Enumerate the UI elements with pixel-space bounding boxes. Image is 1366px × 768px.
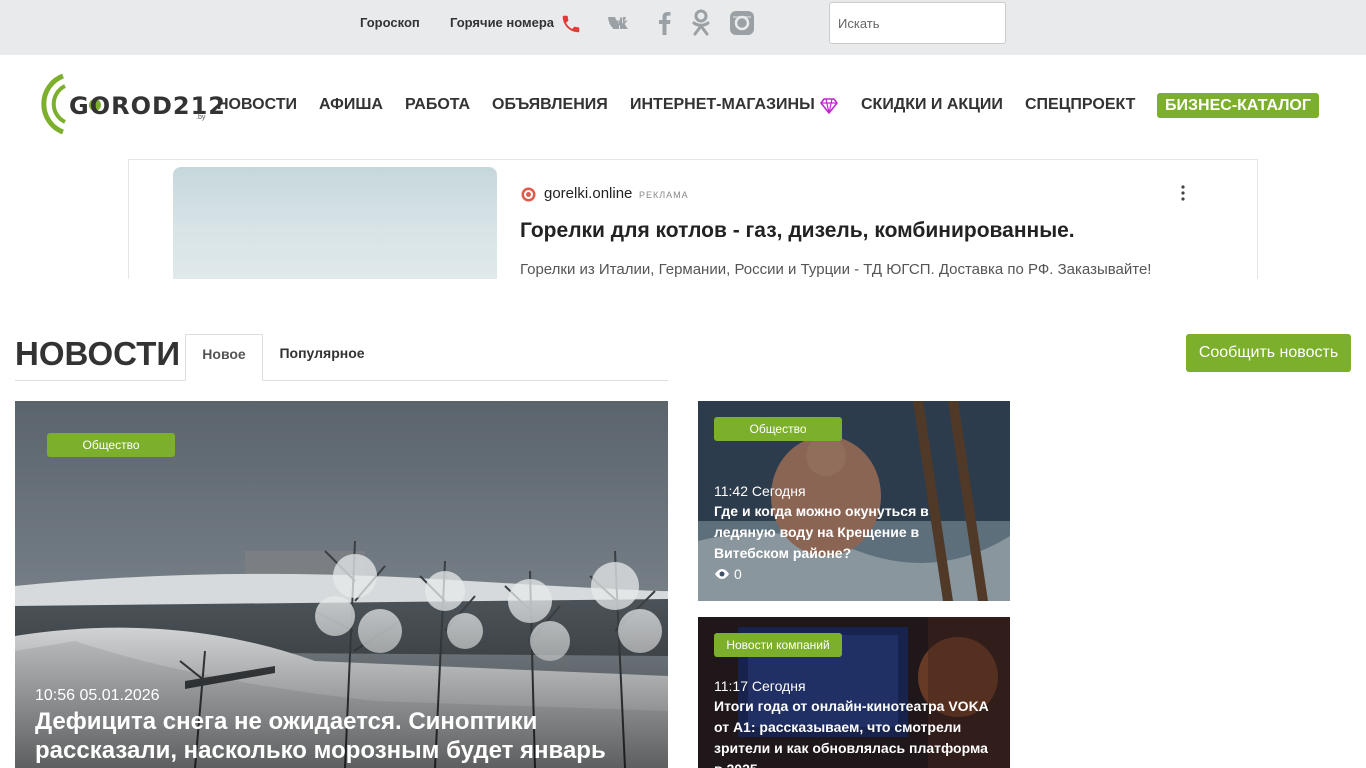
hot-numbers-link[interactable]: Горячие номера (450, 15, 554, 30)
category-badge[interactable]: Общество (714, 417, 842, 441)
nav-ads[interactable]: Объявления (492, 96, 608, 114)
tab-new[interactable]: Новое (185, 334, 263, 381)
svg-text:vk: vk (610, 16, 628, 33)
views-counter: 0 (714, 566, 742, 582)
nav-discounts[interactable]: Скидки и акции (861, 96, 1003, 114)
search-input[interactable] (829, 2, 1006, 44)
report-news-button[interactable]: Сообщить новость (1186, 334, 1351, 372)
more-options-icon[interactable] (1179, 184, 1187, 202)
target-icon (521, 187, 536, 202)
diamond-icon (820, 98, 838, 114)
side-article-card[interactable]: Общество 11:42 Сегодня Где и когда можно… (698, 401, 1010, 601)
ad-banner[interactable]: gorelki.online РЕКЛАМА Горелки для котло… (128, 159, 1258, 279)
nav-news[interactable]: Новости (217, 96, 297, 114)
side-article-card[interactable]: Новости компаний 11:17 Сегодня Итоги год… (698, 617, 1010, 768)
tab-popular[interactable]: Популярное (269, 334, 375, 374)
tabs-divider (15, 380, 668, 381)
top-bar (0, 0, 1366, 55)
ad-description[interactable]: Горелки из Италии, Германии, России и Ту… (520, 261, 1151, 278)
phone-icon[interactable] (560, 13, 582, 35)
nav-jobs[interactable]: Работа (405, 96, 470, 114)
ad-image[interactable] (173, 167, 497, 279)
nav-afisha[interactable]: Афиша (319, 96, 383, 114)
logo-suffix: .by (196, 114, 206, 121)
category-badge[interactable]: Общество (47, 433, 175, 457)
article-headline[interactable]: Итоги года от онлайн-кинотеатра VOKA от … (714, 696, 994, 768)
odnoklassniki-icon[interactable] (686, 8, 716, 38)
business-catalog-button[interactable]: БИЗНЕС-КАТАЛОГ (1157, 93, 1319, 118)
nav-special-project[interactable]: Спецпроект (1025, 96, 1135, 114)
article-datetime: 10:56 05.01.2026 (35, 687, 160, 704)
article-datetime: 11:17 Сегодня (714, 678, 806, 694)
instagram-icon[interactable] (727, 8, 757, 38)
category-badge[interactable]: Новости компаний (714, 633, 842, 657)
eye-icon (715, 569, 729, 579)
vk-icon[interactable]: vk (608, 8, 638, 38)
article-headline[interactable]: Где и когда можно окунуться в ледяную во… (714, 501, 994, 564)
facebook-icon[interactable] (650, 8, 680, 38)
ad-domain[interactable]: gorelki.online (544, 185, 632, 202)
views-count: 0 (734, 566, 742, 582)
article-headline[interactable]: Дефицита снега не ожидается. Синоптики р… (35, 707, 655, 765)
main-article-card[interactable]: Общество 10:56 05.01.2026 Дефицита снега… (15, 401, 668, 768)
news-section-title: НОВОСТИ (15, 335, 181, 372)
ad-label: РЕКЛАМА (639, 190, 689, 200)
ad-title[interactable]: Горелки для котлов - газ, дизель, комбин… (520, 219, 1075, 243)
nav-online-shops[interactable]: Интернет-магазины (630, 96, 815, 114)
horoscope-link[interactable]: Гороскоп (360, 15, 420, 30)
article-datetime: 11:42 Сегодня (714, 483, 806, 499)
